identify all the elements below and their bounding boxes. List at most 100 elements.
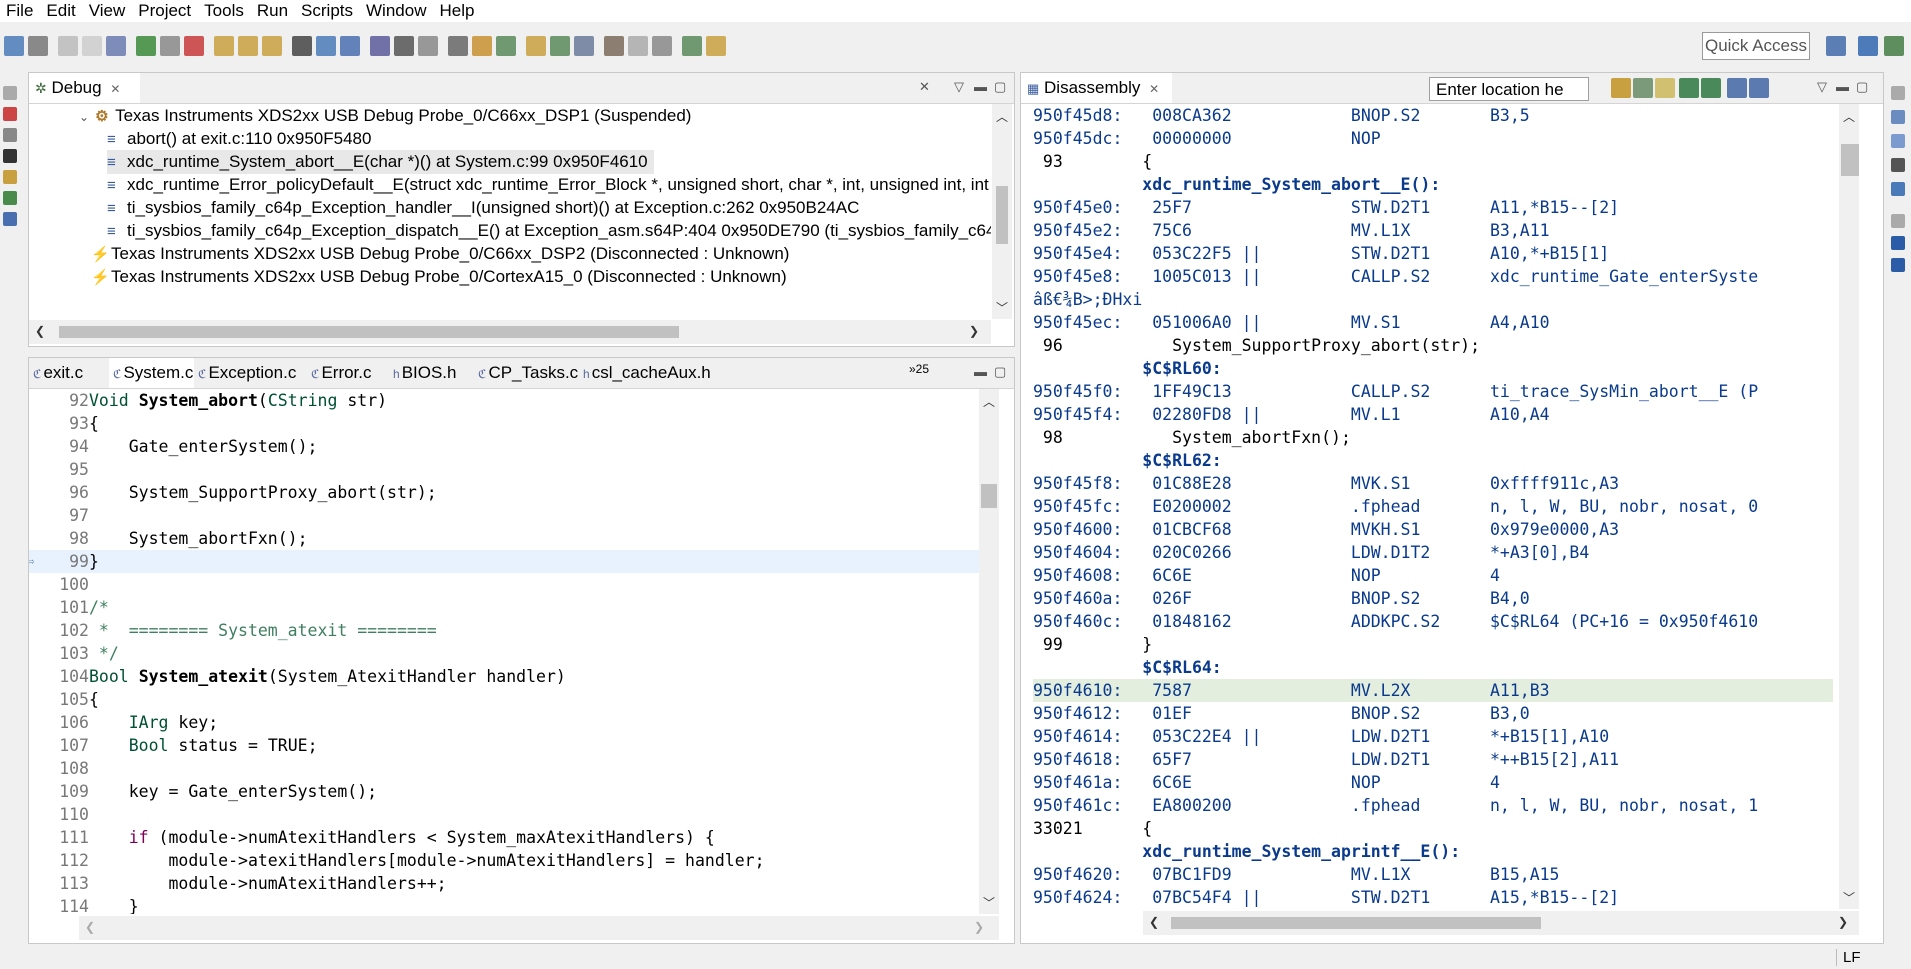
debug-tree-row[interactable]: ≡ xdc_runtime_System_abort__E(char *)() a… (107, 150, 654, 174)
console-view-icon[interactable] (3, 212, 17, 226)
reset-icon[interactable] (316, 36, 336, 56)
menu-project[interactable]: Project (132, 0, 198, 22)
view-menu-icon[interactable]: ▽ (1817, 79, 1827, 95)
tab-error-c[interactable]: ℭ Error.c (307, 358, 389, 388)
ccs-edit-perspective-icon[interactable] (1858, 36, 1878, 56)
location-input[interactable]: Enter location he (1429, 77, 1589, 101)
scroll-left-icon[interactable]: ❮ (1149, 915, 1159, 929)
scroll-thumb[interactable] (59, 326, 679, 338)
menu-help[interactable]: Help (433, 0, 481, 22)
step-over-icon[interactable] (1701, 78, 1721, 98)
menu-tools[interactable]: Tools (198, 0, 251, 22)
tab-system-c[interactable]: ℭSystem.c✕ (109, 358, 207, 388)
menu-view[interactable]: View (83, 0, 133, 22)
debug-tree-row[interactable]: ⚡Texas Instruments XDS2xx USB Debug Prob… (91, 265, 787, 289)
remove-terminated-icon[interactable]: ✕ (919, 79, 930, 95)
restart-icon[interactable] (370, 36, 390, 56)
minimize-icon[interactable]: ▬ (974, 79, 987, 94)
restore-icon[interactable] (1891, 86, 1905, 100)
scroll-thumb[interactable] (1171, 917, 1541, 929)
debug-tree-row[interactable]: ⌄ ⚙ Texas Instruments XDS2xx USB Debug Pro… (79, 104, 691, 128)
step-over-icon[interactable] (238, 36, 258, 56)
expressions-view-icon[interactable] (3, 170, 17, 184)
debug-tree-row[interactable]: ≡ ti_sysbios_family_c64p_Exception_dispat… (107, 219, 991, 243)
show-source-icon[interactable] (1655, 78, 1675, 98)
tab-csl-cacheaux-h[interactable]: h csl_cacheAux.h (579, 358, 713, 388)
terminate-icon[interactable] (184, 36, 204, 56)
new-view-icon[interactable] (1727, 78, 1747, 98)
build-all-icon[interactable] (604, 36, 624, 56)
menu-file[interactable]: File (0, 0, 40, 22)
scroll-left-icon[interactable]: ❮ (85, 920, 95, 934)
memory-browser-icon[interactable] (1891, 158, 1905, 172)
registers-view-icon[interactable] (3, 149, 17, 163)
debug-tree-row[interactable]: ≡ ti_sysbios_family_c64p_Exception_handle… (107, 196, 859, 220)
editor-hscrollbar[interactable]: ❮ ❯ (79, 916, 999, 940)
step-icon[interactable] (496, 36, 516, 56)
scroll-down-icon[interactable]: ﹀ (1843, 889, 1855, 906)
minimize-icon[interactable]: ▬ (1836, 79, 1849, 94)
memory-view-icon[interactable] (3, 191, 17, 205)
menu-scripts[interactable]: Scripts (295, 0, 360, 22)
wrench-icon[interactable] (682, 36, 702, 56)
expand-icon[interactable]: ⌄ (79, 110, 89, 124)
menu-edit[interactable]: Edit (40, 0, 82, 22)
variables-icon[interactable] (1891, 110, 1905, 124)
debug-tree-row[interactable]: ≡ xdc_runtime_Error_policyDefault__E(stru… (107, 173, 989, 197)
disassembly-listing[interactable]: 950f45d8: 008CA362 BNOP.S2 B3,5 950f45dc:… (1021, 104, 1838, 909)
step-into-icon[interactable] (1679, 78, 1699, 98)
menu-window[interactable]: Window (360, 0, 433, 22)
load-program-icon[interactable] (340, 36, 360, 56)
home-icon[interactable] (1611, 78, 1631, 98)
scroll-thumb[interactable] (981, 484, 997, 508)
registers-icon[interactable] (292, 36, 312, 56)
tab-debug[interactable]: ✲ Debug ✕ (29, 73, 140, 103)
maximize-icon[interactable]: ▢ (1856, 79, 1868, 95)
suspend-icon[interactable] (160, 36, 180, 56)
scroll-up-icon[interactable]: ︿ (983, 393, 995, 410)
run-to-line-icon[interactable] (526, 36, 546, 56)
assembly-step-icon[interactable] (574, 36, 594, 56)
scroll-up-icon[interactable]: ︿ (996, 108, 1008, 125)
scroll-left-icon[interactable]: ❮ (35, 324, 45, 338)
resume-icon[interactable] (136, 36, 156, 56)
variables-view-icon[interactable] (3, 128, 17, 142)
save-icon[interactable] (58, 36, 78, 56)
open-perspective-icon[interactable] (1826, 36, 1846, 56)
maximize-icon[interactable]: ▢ (994, 364, 1006, 380)
code-editor[interactable]: 92Void System_abort(CString str) 93{94 Ga… (29, 389, 979, 914)
expressions-icon[interactable] (1891, 134, 1905, 148)
refresh-icon[interactable] (550, 36, 570, 56)
link-with-debug-icon[interactable] (1633, 78, 1653, 98)
debug-tree-row[interactable]: ≡ abort() at exit.c:110 0x950F5480 (107, 127, 371, 151)
quick-access-field[interactable]: Quick Access (1702, 32, 1810, 60)
scroll-thumb[interactable] (1841, 144, 1859, 176)
tab-exit-c[interactable]: ℭexit.c (29, 358, 108, 388)
scroll-right-icon[interactable]: ❯ (1838, 915, 1848, 929)
close-icon[interactable]: ✕ (110, 82, 120, 96)
problems-icon[interactable] (1891, 258, 1905, 272)
debug-tree-row[interactable]: ⚡Texas Instruments XDS2xx USB Debug Prob… (91, 242, 789, 266)
maximize-icon[interactable]: ▢ (994, 79, 1006, 95)
new-icon[interactable] (4, 36, 24, 56)
restore-icon[interactable] (1891, 214, 1905, 228)
copy-icon[interactable] (628, 36, 648, 56)
breakpoints-view-icon[interactable] (3, 107, 17, 121)
close-icon[interactable]: ✕ (1149, 82, 1159, 96)
pen-icon[interactable] (706, 36, 726, 56)
menu-run[interactable]: Run (251, 0, 295, 22)
scroll-thumb[interactable] (996, 186, 1008, 244)
minimize-icon[interactable]: ▬ (974, 364, 987, 379)
console-icon[interactable] (1891, 236, 1905, 250)
disasm-vscrollbar[interactable]: ︿ ﹀ (1839, 104, 1859, 909)
scroll-down-icon[interactable]: ﹀ (996, 299, 1008, 316)
debug-perspective-icon[interactable] (1884, 36, 1904, 56)
registers-icon[interactable] (1891, 182, 1905, 196)
disasm-hscrollbar[interactable]: ❮ ❯ (1143, 911, 1859, 935)
view-menu-icon[interactable]: ▽ (954, 79, 964, 95)
tab-cp-tasks-c[interactable]: ℭ CP_Tasks.c (474, 358, 578, 388)
new-dropdown-icon[interactable] (28, 36, 48, 56)
connect-icon[interactable] (394, 36, 414, 56)
more-tabs-icon[interactable]: »25 (909, 362, 929, 376)
step-into-icon[interactable] (214, 36, 234, 56)
